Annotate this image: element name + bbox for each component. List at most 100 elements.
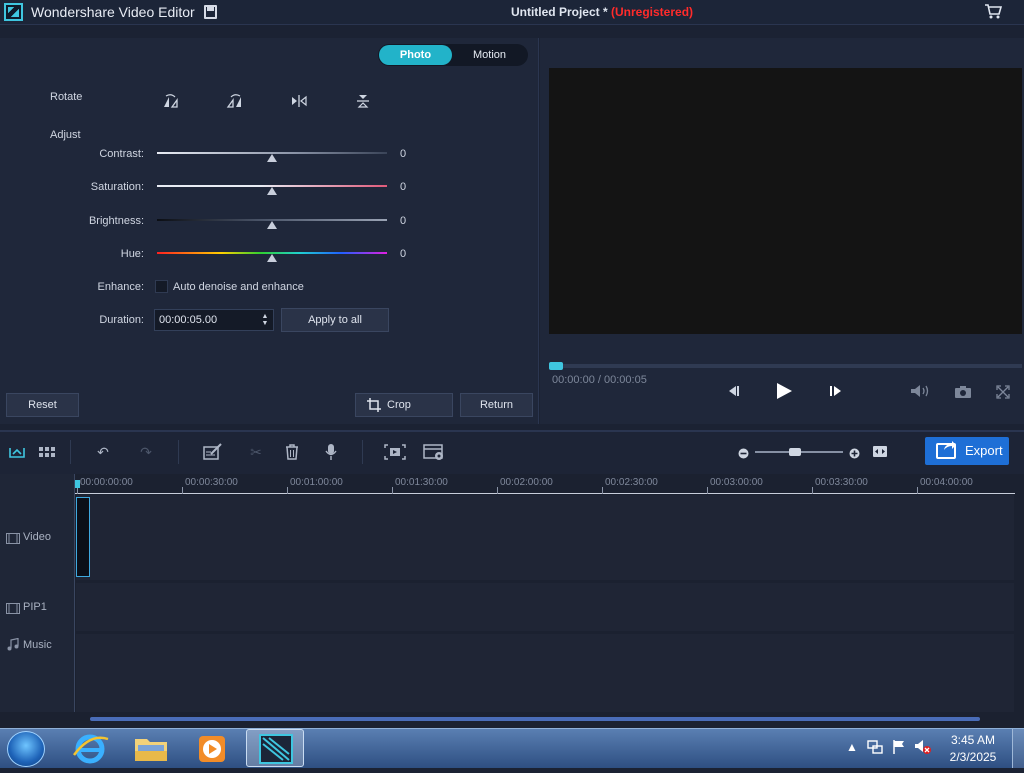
delete-icon[interactable] <box>284 443 300 466</box>
toolbar-separator <box>178 440 179 464</box>
storyboard-view-icon[interactable] <box>38 445 56 464</box>
hue-value: 0 <box>400 248 407 260</box>
music-track-icon <box>7 637 19 656</box>
ruler-tick-label: 00:02:30:00 <box>605 477 658 488</box>
zoom-slider-knob[interactable] <box>788 448 801 456</box>
network-icon[interactable] <box>867 739 883 760</box>
snapshot-icon[interactable] <box>954 385 972 404</box>
duration-label: Duration: <box>99 314 144 326</box>
wondershare-video-editor-icon[interactable] <box>246 729 304 767</box>
volume-muted-icon[interactable] <box>914 739 932 760</box>
ruler-tick-label: 00:00:00:00 <box>80 477 133 488</box>
start-button[interactable] <box>7 731 45 767</box>
flip-vertical-icon[interactable] <box>354 93 372 109</box>
music-track[interactable] <box>76 634 1014 712</box>
show-hidden-icons-icon[interactable]: ▲ <box>846 740 858 754</box>
track-headers <box>0 474 75 712</box>
undo-icon[interactable]: ↶ <box>94 443 112 461</box>
clock-time[interactable]: 3:45 AM <box>940 733 1006 747</box>
redo-icon[interactable]: ↷ <box>137 443 155 461</box>
zoom-out-icon[interactable] <box>738 446 749 464</box>
timeline-view-icon[interactable] <box>8 444 26 465</box>
ruler-tick-mark <box>182 487 183 494</box>
hue-slider[interactable] <box>157 246 387 262</box>
scene-detect-icon[interactable] <box>423 443 445 466</box>
saturation-label: Saturation: <box>90 181 144 193</box>
ruler-tick-mark <box>497 487 498 494</box>
ruler-tick-mark <box>917 487 918 494</box>
duration-spinner[interactable]: ▲ ▼ <box>260 313 270 327</box>
timeline-horizontal-scrollbar[interactable] <box>90 717 980 721</box>
video-clip[interactable] <box>76 497 90 577</box>
ruler-tick-mark <box>812 487 813 494</box>
toolbar-separator <box>70 440 71 464</box>
crop-icon <box>367 398 381 412</box>
contrast-label: Contrast: <box>99 148 144 160</box>
show-desktop-button[interactable] <box>1012 729 1024 768</box>
internet-explorer-icon[interactable] <box>62 731 118 767</box>
contrast-slider[interactable] <box>157 146 387 162</box>
video-track[interactable] <box>76 495 1014 580</box>
hue-slider-knob[interactable] <box>267 254 277 262</box>
ruler-tick-mark <box>392 487 393 494</box>
tab-motion[interactable]: Motion <box>452 45 527 65</box>
return-button[interactable]: Return <box>460 393 533 417</box>
export-icon <box>936 441 956 459</box>
photo-motion-toggle: Photo Motion <box>378 44 528 66</box>
ruler-tick-mark <box>602 487 603 494</box>
step-back-icon[interactable] <box>725 383 741 404</box>
enhance-checkbox[interactable] <box>155 280 168 293</box>
cut-icon[interactable]: ✂ <box>247 443 265 461</box>
step-forward-icon[interactable] <box>828 383 844 404</box>
zoom-in-icon[interactable] <box>849 446 860 464</box>
tab-photo[interactable]: Photo <box>379 45 452 65</box>
toolbar-separator <box>362 440 363 464</box>
enhance-option-label[interactable]: Auto denoise and enhance <box>173 281 304 293</box>
brightness-label: Brightness: <box>88 215 144 227</box>
ruler-tick-mark <box>77 487 78 494</box>
saturation-slider[interactable] <box>157 179 387 195</box>
playhead[interactable] <box>75 480 80 488</box>
cart-icon[interactable] <box>985 4 1003 19</box>
rotate-right-icon[interactable] <box>162 93 180 109</box>
adjust-label: Adjust <box>50 129 81 141</box>
ruler-tick-mark <box>707 487 708 494</box>
ruler-tick-label: 00:01:30:00 <box>395 477 448 488</box>
voiceover-icon[interactable] <box>324 443 338 466</box>
rotate-left-icon[interactable] <box>226 93 244 109</box>
media-player-icon[interactable] <box>184 731 240 767</box>
hue-label: Hue: <box>120 248 144 260</box>
file-explorer-icon[interactable] <box>123 731 179 767</box>
volume-icon[interactable] <box>910 384 930 403</box>
registration-status: (Unregistered) <box>611 5 694 19</box>
duration-input[interactable]: 00:00:05.00 <box>154 309 274 331</box>
contrast-slider-knob[interactable] <box>267 154 277 162</box>
fit-icon[interactable] <box>872 445 888 463</box>
crop-button[interactable]: Crop <box>355 393 453 417</box>
preview-progress-handle[interactable] <box>549 362 563 370</box>
clock-date[interactable]: 2/3/2025 <box>940 750 1006 764</box>
enhance-label: Enhance: <box>97 281 144 293</box>
ruler-tick-label: 00:01:00:00 <box>290 477 343 488</box>
crop-zoom-icon[interactable] <box>384 444 406 465</box>
preview-timecode: 00:00:00 / 00:00:05 <box>552 374 647 386</box>
contrast-value: 0 <box>400 148 407 160</box>
pip-track[interactable] <box>76 583 1014 631</box>
action-center-flag-icon[interactable] <box>891 739 907 760</box>
apply-to-all-button[interactable]: Apply to all <box>281 308 389 332</box>
brightness-value: 0 <box>400 215 407 227</box>
fullscreen-icon[interactable] <box>996 385 1010 404</box>
pip-track-label: PIP1 <box>23 601 47 613</box>
brightness-slider[interactable] <box>157 213 387 229</box>
play-icon[interactable] <box>775 382 793 405</box>
edit-icon[interactable] <box>203 443 223 466</box>
reset-button[interactable]: Reset <box>6 393 79 417</box>
crop-label: Crop <box>387 399 411 411</box>
flip-horizontal-icon[interactable] <box>290 93 308 109</box>
preview-progress-bar[interactable] <box>549 364 1022 368</box>
saturation-slider-knob[interactable] <box>267 187 277 195</box>
ruler-tick-label: 00:03:30:00 <box>815 477 868 488</box>
brightness-slider-knob[interactable] <box>267 221 277 229</box>
project-title: Untitled Project * (Unregistered) <box>510 5 694 19</box>
ruler-tick-label: 00:00:30:00 <box>185 477 238 488</box>
